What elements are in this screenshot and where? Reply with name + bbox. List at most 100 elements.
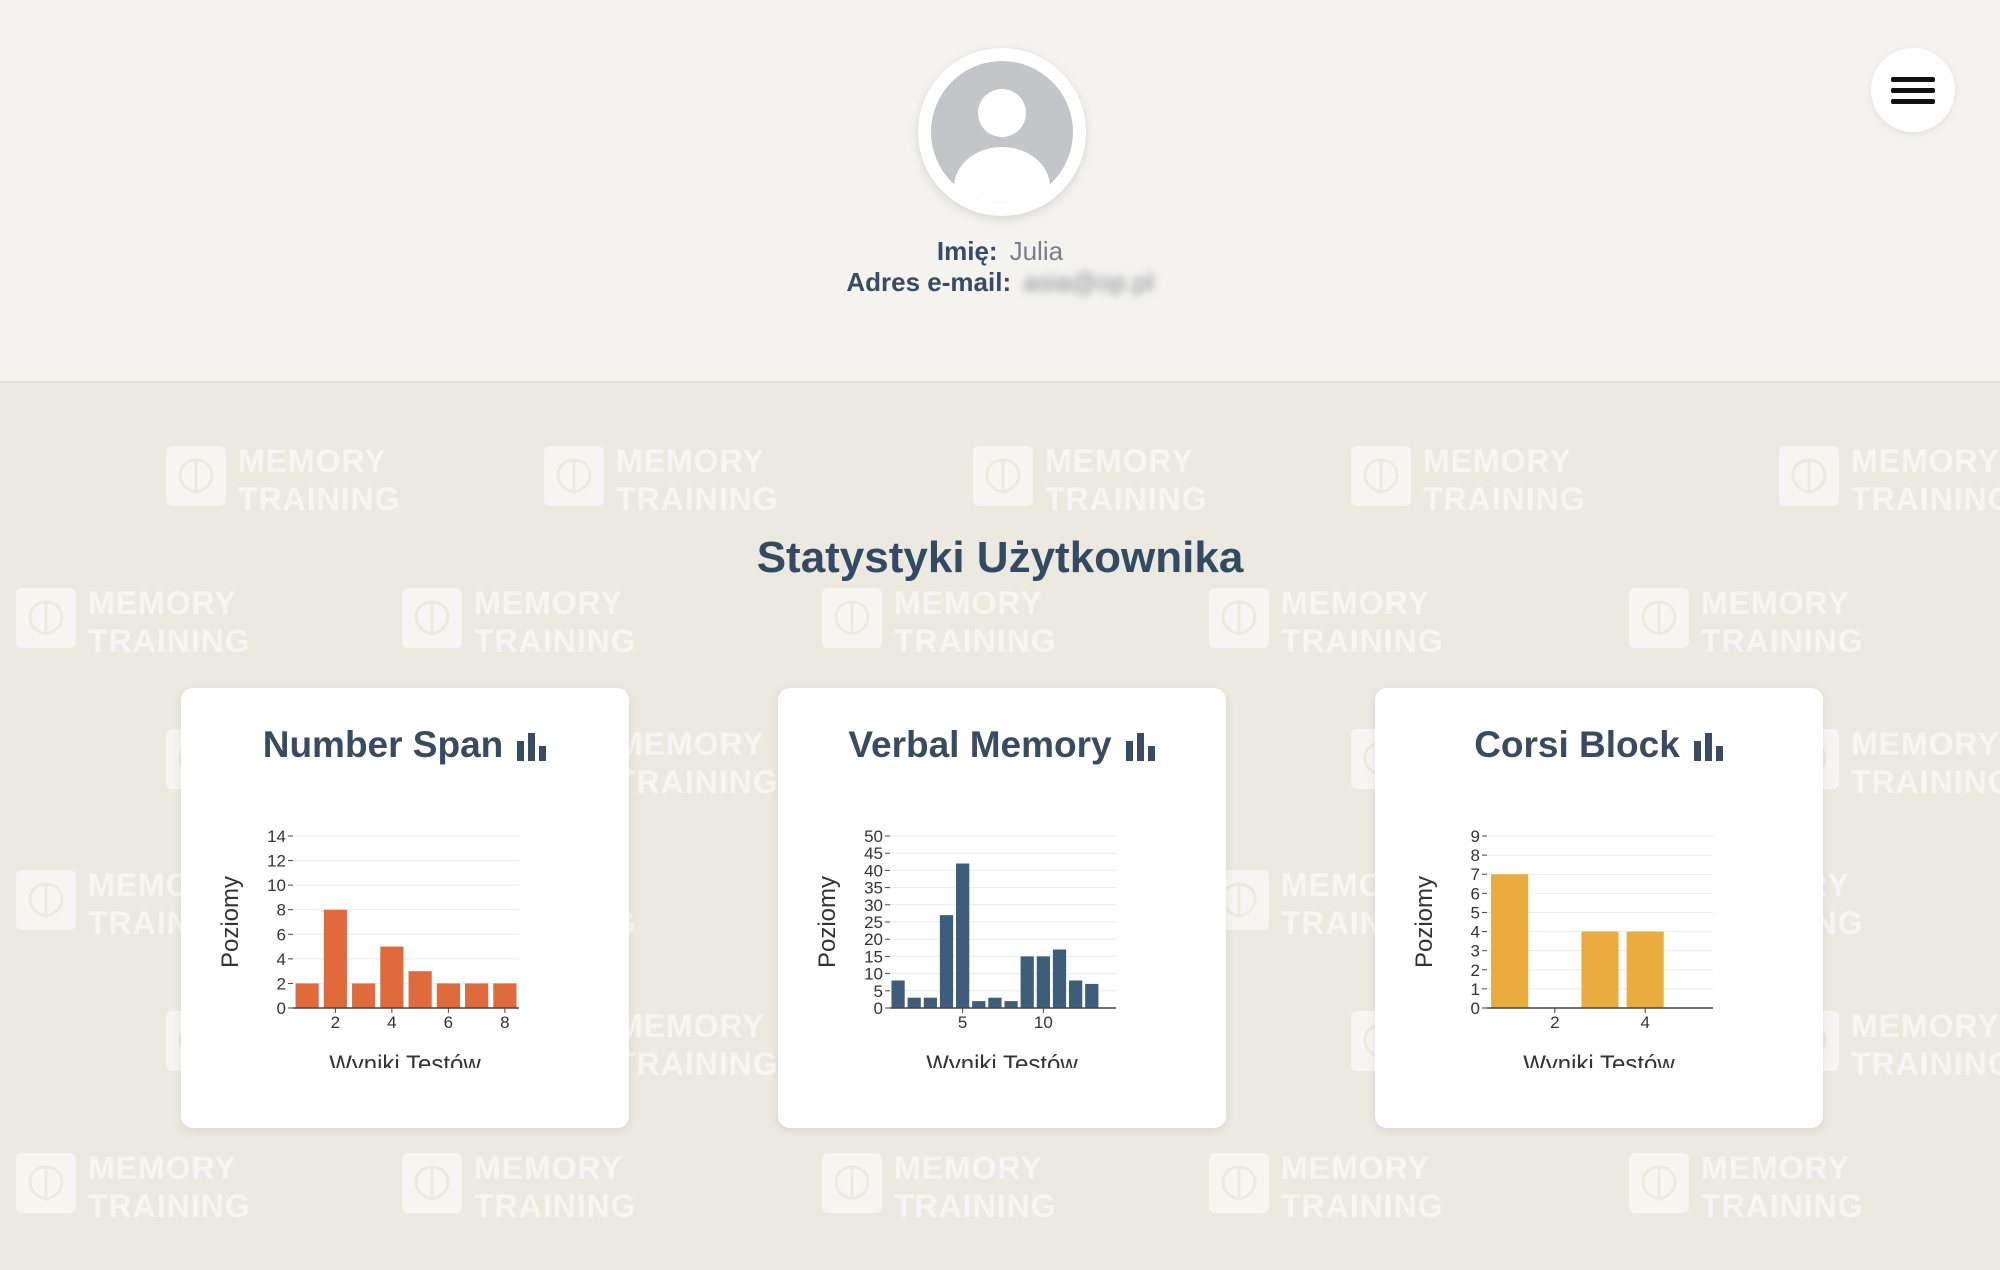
- chart-bar: [1052, 949, 1067, 1008]
- avatar: [918, 48, 1086, 216]
- watermark-line-2: TRAINING: [474, 623, 637, 659]
- y-tick-label: 8: [1471, 846, 1480, 865]
- card-title: Corsi Block: [1375, 724, 1823, 766]
- watermark-logo: MEMORYTRAINING: [1629, 1149, 1869, 1229]
- watermark-text: MEMORYTRAINING: [238, 442, 401, 518]
- brain-icon: [973, 446, 1033, 506]
- watermark-line-2: TRAINING: [1851, 764, 2000, 800]
- y-tick-label: 14: [267, 828, 286, 846]
- x-tick-label: 5: [958, 1013, 967, 1032]
- chart-bar: [352, 983, 376, 1008]
- chart-bar: [465, 983, 489, 1008]
- watermark-line-1: MEMORY: [894, 1150, 1043, 1186]
- watermark-line-1: MEMORY: [1281, 585, 1430, 621]
- chart-bar: [408, 971, 432, 1008]
- name-row: Imię: Julia: [0, 236, 2000, 267]
- watermark-line-2: TRAINING: [894, 1188, 1057, 1224]
- watermark-line-2: TRAINING: [1281, 1188, 1444, 1224]
- y-tick-label: 5: [874, 982, 883, 1001]
- card-title-text: Corsi Block: [1474, 724, 1680, 765]
- corsi-block-card: Corsi Block 0 1 2 3 4 5 6 7 8 9 2 4 Wyniki Testów Poz…: [1375, 688, 1823, 1128]
- watermark-line-1: MEMORY: [1045, 443, 1194, 479]
- watermark-logo: MEMORYTRAINING: [166, 442, 406, 522]
- watermark-logo: MEMORYTRAINING: [1209, 1149, 1449, 1229]
- chart-bar: [1085, 983, 1099, 1008]
- chart-bar: [1626, 931, 1664, 1008]
- y-tick-label: 6: [277, 925, 286, 944]
- watermark-text: MEMORYTRAINING: [474, 1149, 637, 1225]
- y-tick-label: 0: [277, 999, 286, 1018]
- brain-icon: [1209, 1153, 1269, 1213]
- y-tick-label: 4: [1471, 923, 1480, 942]
- chart-bar: [956, 863, 970, 1008]
- watermark-logo: MEMORYTRAINING: [1351, 442, 1591, 522]
- watermark-text: MEMORYTRAINING: [88, 1149, 251, 1225]
- watermark-logo: MEMORYTRAINING: [544, 442, 784, 522]
- watermark-text: MEMORYTRAINING: [1045, 442, 1208, 518]
- watermark-line-2: TRAINING: [1423, 481, 1586, 517]
- chart-bar: [891, 980, 905, 1008]
- watermark-line-1: MEMORY: [1851, 726, 2000, 762]
- watermark-text: MEMORYTRAINING: [1701, 1149, 1864, 1225]
- page-title: Statystyki Użytkownika: [756, 533, 1244, 582]
- card-title: Verbal Memory: [778, 724, 1226, 766]
- x-axis-label: Wyniki Testów: [329, 1051, 481, 1068]
- profile-header: Imię: Julia Adres e-mail: asia@op.pl: [0, 0, 2000, 383]
- watermark-line-2: TRAINING: [1045, 481, 1208, 517]
- x-axis-label: Wyniki Testów: [1523, 1051, 1675, 1068]
- watermark-line-2: TRAINING: [616, 1046, 779, 1082]
- watermark-line-1: MEMORY: [1851, 443, 2000, 479]
- watermark-line-1: MEMORY: [474, 1150, 623, 1186]
- brain-icon: [1779, 446, 1839, 506]
- watermark-logo: MEMORYTRAINING: [973, 442, 1213, 522]
- email-value: asia@op.pl: [1023, 267, 1154, 297]
- y-tick-label: 3: [1471, 942, 1480, 961]
- watermark-logo: MEMORYTRAINING: [822, 584, 1062, 664]
- brain-icon: [1209, 588, 1269, 648]
- y-tick-label: 4: [277, 950, 286, 969]
- number-span-card: Number Span 0 2 4 6 8 10 12 14 2 4 6 8 Wyniki Testów…: [181, 688, 629, 1128]
- brain-icon: [544, 446, 604, 506]
- watermark-line-1: MEMORY: [1851, 1008, 2000, 1044]
- watermark-line-1: MEMORY: [1423, 443, 1572, 479]
- bar-chart-icon: [517, 733, 547, 761]
- number-span-chart: 0 2 4 6 8 10 12 14 2 4 6 8 Wyniki Testów Poziomy: [217, 828, 519, 1068]
- name-label: Imię:: [936, 236, 998, 266]
- y-tick-label: 35: [864, 879, 883, 898]
- chart-bar: [939, 915, 954, 1008]
- y-tick-label: 5: [1471, 903, 1480, 922]
- watermark-line-2: TRAINING: [88, 1188, 251, 1224]
- watermark-line-2: TRAINING: [238, 481, 401, 517]
- chart-bar: [988, 997, 1002, 1008]
- x-tick-label: 2: [331, 1013, 340, 1032]
- watermark-text: MEMORYTRAINING: [474, 584, 637, 660]
- y-tick-label: 10: [864, 965, 883, 984]
- watermark-text: MEMORYTRAINING: [1851, 1007, 2000, 1083]
- watermark-line-1: MEMORY: [1701, 1150, 1850, 1186]
- y-tick-label: 1: [1471, 980, 1480, 999]
- brain-icon: [16, 1153, 76, 1213]
- watermark-logo: MEMORYTRAINING: [822, 1149, 1062, 1229]
- y-tick-label: 30: [864, 896, 883, 915]
- brain-icon: [1351, 446, 1411, 506]
- y-tick-label: 2: [1471, 961, 1480, 980]
- watermark-line-1: MEMORY: [894, 585, 1043, 621]
- watermark-logo: MEMORYTRAINING: [402, 584, 642, 664]
- menu-button[interactable]: [1871, 48, 1955, 132]
- y-tick-label: 12: [267, 852, 286, 871]
- hamburger-menu-icon: [1891, 77, 1935, 104]
- watermark-logo: MEMORYTRAINING: [402, 1149, 642, 1229]
- y-tick-label: 0: [874, 999, 883, 1018]
- watermark-line-1: MEMORY: [474, 585, 623, 621]
- chart-bar: [493, 983, 517, 1008]
- verbal-memory-card: Verbal Memory 0 5 10 15 20 25 30 35 40 45 50 5 10 Wyn…: [778, 688, 1226, 1128]
- brain-icon: [166, 446, 226, 506]
- watermark-line-2: TRAINING: [474, 1188, 637, 1224]
- y-tick-label: 20: [864, 930, 883, 949]
- brain-icon: [1629, 1153, 1689, 1213]
- name-value: Julia: [1009, 236, 1064, 266]
- chart-bar: [907, 997, 921, 1008]
- watermark-text: MEMORYTRAINING: [616, 442, 779, 518]
- chart-bar: [1069, 980, 1083, 1008]
- user-info: Imię: Julia Adres e-mail: asia@op.pl: [0, 236, 2000, 298]
